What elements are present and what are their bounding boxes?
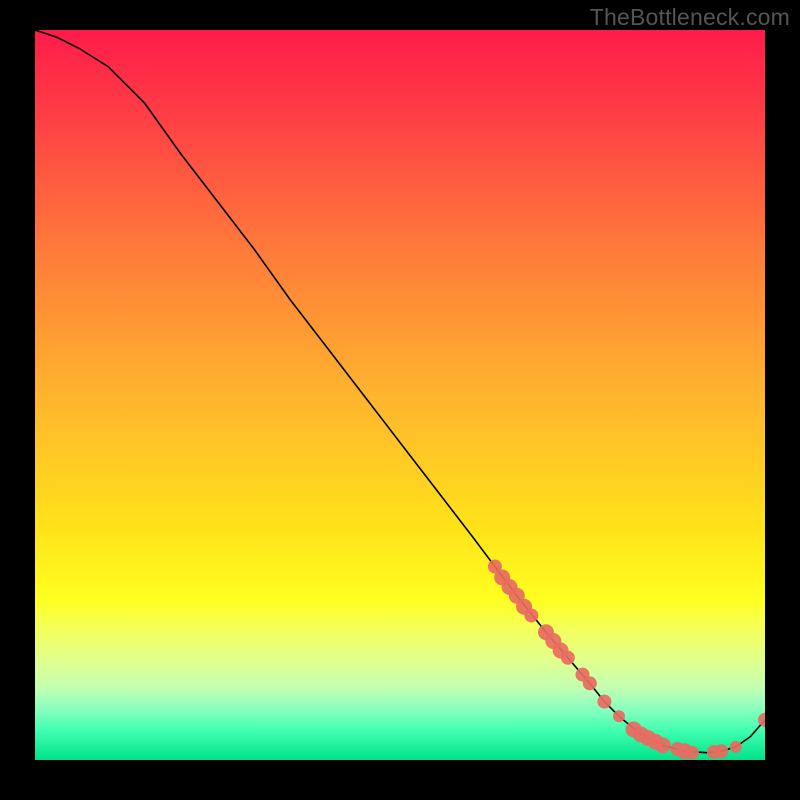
marker-point bbox=[758, 713, 765, 727]
marker-point bbox=[685, 746, 699, 760]
marker-point bbox=[583, 676, 597, 690]
bottleneck-curve bbox=[35, 30, 765, 753]
marker-point bbox=[655, 737, 671, 753]
chart-overlay bbox=[35, 30, 765, 760]
watermark-text: TheBottleneck.com bbox=[590, 4, 790, 31]
marker-point bbox=[597, 695, 611, 709]
marker-point bbox=[524, 608, 538, 622]
marker-point bbox=[730, 741, 742, 753]
marker-point bbox=[561, 651, 575, 665]
marker-point bbox=[714, 744, 728, 758]
marker-point bbox=[613, 710, 625, 722]
chart-frame: TheBottleneck.com bbox=[0, 0, 800, 800]
highlighted-points bbox=[488, 560, 765, 760]
plot-area bbox=[35, 30, 765, 765]
